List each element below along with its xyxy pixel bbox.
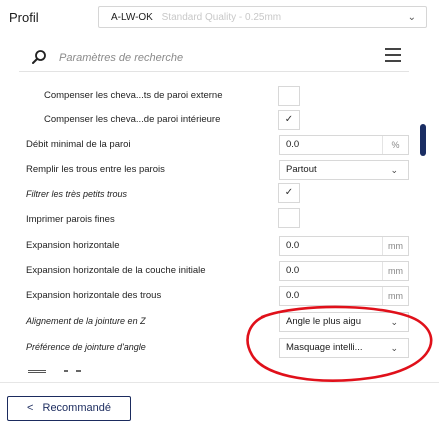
select-value: Masquage intelli... [286, 342, 363, 353]
setting-label: Expansion horizontale de la couche initi… [26, 265, 206, 276]
profile-quality: Standard Quality - 0.25mm [161, 12, 282, 23]
partial-row-text [64, 370, 81, 372]
setting-label: Compenser les cheva...ts de paroi extern… [44, 90, 223, 101]
recommended-button[interactable]: < Recommandé [7, 396, 131, 421]
setting-checkbox[interactable] [278, 208, 300, 228]
setting-checkbox[interactable] [278, 86, 300, 106]
setting-number-field[interactable]: 0.0 % [279, 135, 409, 155]
setting-row: Compenser les cheva...ts de paroi extern… [0, 84, 420, 108]
setting-checkbox[interactable]: ✓ [278, 110, 300, 130]
setting-row: Imprimer parois fines [0, 208, 420, 232]
setting-select[interactable]: Angle le plus aigu ⌄ [279, 312, 409, 332]
menu-icon[interactable] [385, 48, 401, 64]
chevron-down-icon: ⌄ [390, 317, 398, 327]
checkmark-icon: ✓ [284, 114, 294, 125]
profile-label: Profil [9, 10, 39, 25]
chevron-down-icon: ⌄ [390, 343, 398, 353]
setting-checkbox[interactable]: ✓ [278, 183, 300, 203]
field-value: 0.0 [286, 265, 300, 276]
field-value: 0.0 [286, 290, 300, 301]
setting-label: Débit minimal de la paroi [26, 139, 131, 150]
field-unit: mm [382, 262, 408, 280]
chevron-down-icon: ⌄ [407, 12, 416, 23]
select-value: Partout [286, 164, 317, 175]
profile-name: A-LW-OK [111, 12, 153, 23]
setting-row: Débit minimal de la paroi 0.0 % [0, 133, 420, 157]
select-value: Angle le plus aigu [286, 316, 361, 327]
setting-number-field[interactable]: 0.0 mm [279, 286, 409, 306]
setting-label: Expansion horizontale [26, 240, 120, 251]
field-unit: mm [382, 287, 408, 305]
setting-select[interactable]: Partout ⌄ [279, 160, 409, 180]
setting-label: Remplir les trous entre les parois [26, 164, 165, 175]
chevron-down-icon: ⌄ [390, 165, 398, 175]
partial-row-icon [28, 370, 46, 374]
setting-row: Expansion horizontale 0.0 mm [0, 234, 420, 258]
setting-label: Imprimer parois fines [26, 214, 115, 225]
setting-number-field[interactable]: 0.0 mm [279, 236, 409, 256]
setting-label: Préférence de jointure d'angle [26, 342, 146, 352]
checkmark-icon: ✓ [284, 187, 294, 198]
setting-select[interactable]: Masquage intelli... ⌄ [279, 338, 409, 358]
setting-label: Compenser les cheva...de paroi intérieur… [44, 114, 221, 125]
setting-row: Préférence de jointure d'angle Masquage … [0, 336, 420, 360]
field-value: 0.0 [286, 139, 300, 150]
profile-select[interactable]: A-LW-OK Standard Quality - 0.25mm ⌄ [98, 6, 427, 28]
footer-divider [0, 382, 439, 383]
chevron-left-icon: < [27, 402, 34, 414]
field-unit: % [382, 136, 408, 154]
setting-row: Expansion horizontale de la couche initi… [0, 259, 420, 283]
setting-row: Compenser les cheva...de paroi intérieur… [0, 108, 420, 132]
settings-scrollbar[interactable] [420, 124, 426, 156]
setting-row: Filtrer les très petits trous ✓ [0, 183, 420, 207]
field-value: 0.0 [286, 240, 300, 251]
setting-row: Remplir les trous entre les parois Parto… [0, 158, 420, 182]
recommended-label: Recommandé [42, 402, 111, 414]
search-bar [19, 42, 409, 72]
field-unit: mm [382, 237, 408, 255]
setting-row: Expansion horizontale des trous 0.0 mm [0, 284, 420, 308]
setting-label: Expansion horizontale des trous [26, 290, 162, 301]
search-input[interactable] [57, 47, 361, 69]
setting-number-field[interactable]: 0.0 mm [279, 261, 409, 281]
setting-label: Filtrer les très petits trous [26, 189, 128, 199]
setting-row: Alignement de la jointure en Z Angle le … [0, 310, 420, 334]
search-icon [32, 50, 46, 64]
setting-label: Alignement de la jointure en Z [26, 316, 146, 326]
